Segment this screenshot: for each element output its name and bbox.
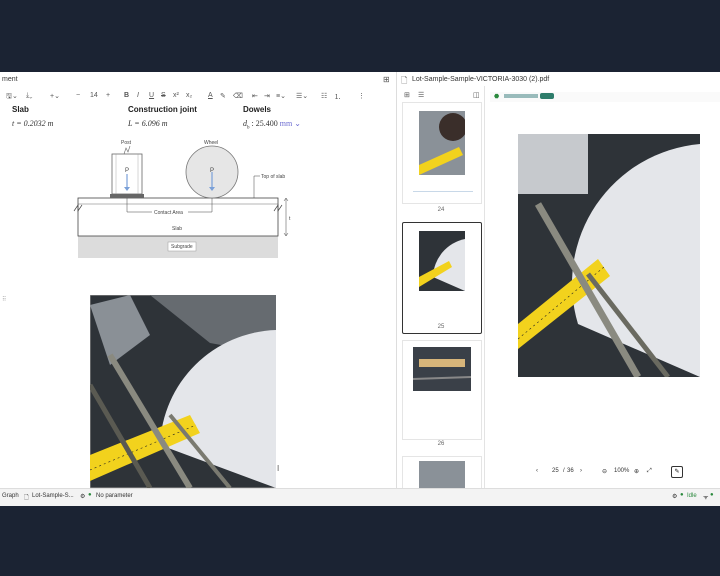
outdent-icon[interactable]: ⇤ bbox=[252, 92, 258, 100]
next-page-icon[interactable]: › bbox=[580, 468, 582, 474]
slab-thickness-value: t = 0.2032 m bbox=[12, 119, 54, 128]
pdf-pager: ‹ 25 / 36 › ⊖ 100% ⊕ ⤢ bbox=[536, 468, 686, 480]
total-pages: 36 bbox=[567, 468, 574, 474]
thumbnail-page-26[interactable] bbox=[402, 340, 482, 440]
download-icon[interactable]: ⤓⌄ bbox=[26, 92, 32, 100]
thumbnail-26-image bbox=[413, 347, 471, 391]
status-idle-dot-icon: ● bbox=[680, 492, 684, 498]
page-number-25: 25 bbox=[437, 324, 445, 330]
grid-view-icon[interactable]: ⊞ bbox=[404, 91, 410, 99]
thumbnail-25-image bbox=[419, 231, 465, 291]
insert-icon[interactable]: +⌄ bbox=[50, 92, 60, 100]
status-param-label[interactable]: No parameter bbox=[96, 493, 133, 499]
status-bar: Graph 🗋 Lot-Sample-S... ⚙ ● No parameter… bbox=[0, 488, 720, 506]
joint-length-value: L = 6.096 m bbox=[128, 119, 168, 128]
zoom-out-icon[interactable]: ⊖ bbox=[602, 468, 607, 475]
status-idle-label: Idle bbox=[687, 493, 697, 499]
post-label: Post bbox=[121, 140, 132, 146]
wifi-icon: ᯤ bbox=[703, 495, 709, 501]
spacing-icon[interactable]: ☰⌄ bbox=[296, 92, 308, 100]
thumbnail-24-footer bbox=[413, 191, 473, 192]
status-graph-label[interactable]: Graph bbox=[2, 493, 19, 499]
text-color-icon[interactable]: A bbox=[208, 92, 213, 99]
col-header-dowels: Dowels bbox=[243, 105, 272, 114]
superscript-icon[interactable]: x² bbox=[173, 92, 179, 99]
contact-area-label: Contact Area bbox=[154, 210, 183, 216]
app-window: ment ⊞ 🖫⌄ ⤓⌄ +⌄ − 14 + B I U S x² x₂ A ✎… bbox=[0, 72, 720, 506]
col-header-joint: Construction joint bbox=[128, 105, 197, 114]
pdf-file-title: Lot-Sample-Sample-VICTORIA-3030 (2).pdf bbox=[412, 76, 550, 83]
sidebar-toggle-icon[interactable]: ◫ bbox=[473, 91, 480, 99]
save-icon[interactable]: 🖫⌄ bbox=[6, 92, 18, 103]
bullet-list-icon[interactable]: ☷ bbox=[321, 92, 327, 100]
slab-load-diagram: Post Wheel P P Top of slab Contact Area … bbox=[73, 140, 291, 258]
subscript-icon[interactable]: x₂ bbox=[186, 92, 192, 99]
indent-icon[interactable]: ⇥ bbox=[264, 92, 270, 100]
font-size-field[interactable]: 14 bbox=[90, 92, 98, 99]
logo-wordmark bbox=[504, 94, 538, 98]
sidebar-divider bbox=[484, 86, 485, 488]
more-icon[interactable]: ⋮ bbox=[358, 92, 365, 100]
thumbnail-24-image bbox=[419, 111, 465, 175]
thumbnail-page-25[interactable] bbox=[402, 222, 482, 334]
strikethrough-icon[interactable]: S bbox=[161, 92, 166, 99]
embedded-photo bbox=[90, 295, 276, 488]
status-param-icon: ⚙ bbox=[80, 494, 86, 500]
pdf-page-photo bbox=[518, 134, 700, 377]
document-editor-pane: ment ⊞ 🖫⌄ ⤓⌄ +⌄ − 14 + B I U S x² x₂ A ✎… bbox=[0, 72, 397, 488]
logo-icon: ⬣ bbox=[494, 94, 500, 100]
layout-icon[interactable]: ⊞ bbox=[383, 75, 390, 84]
page-number-24: 24 bbox=[437, 207, 445, 213]
page-header-strip: ⬣ bbox=[490, 92, 720, 102]
document-title: ment bbox=[2, 76, 18, 83]
top-of-slab-label: Top of slab bbox=[261, 174, 285, 180]
post-load-label: P bbox=[125, 168, 129, 174]
slab-label: Slab bbox=[172, 226, 182, 232]
drag-handle-icon[interactable]: ⠿ bbox=[2, 296, 6, 303]
page-separator: / bbox=[563, 468, 565, 474]
thumbnail-page-24[interactable] bbox=[402, 102, 482, 204]
numbered-list-icon[interactable]: ⒈ bbox=[334, 92, 341, 102]
bold-icon[interactable]: B bbox=[124, 92, 129, 99]
italic-icon[interactable]: I bbox=[137, 92, 139, 99]
partner-logo bbox=[540, 93, 554, 99]
pdf-viewer-pane: 🗋 Lot-Sample-Sample-VICTORIA-3030 (2).pd… bbox=[398, 72, 720, 490]
wheel-label: Wheel bbox=[204, 140, 218, 146]
status-online-dot-icon: ● bbox=[710, 492, 714, 498]
status-file-icon: 🗋 bbox=[24, 495, 29, 501]
underline-icon[interactable]: U bbox=[149, 92, 154, 99]
highlight-icon[interactable]: ✎ bbox=[220, 92, 226, 100]
font-decrease-button[interactable]: − bbox=[76, 92, 80, 99]
status-file-label[interactable]: Lot-Sample-S... bbox=[32, 493, 74, 499]
list-view-icon[interactable]: ☰ bbox=[418, 91, 424, 99]
fullscreen-icon[interactable]: ⤢ bbox=[647, 468, 652, 475]
status-settings-icon[interactable]: ⚙ bbox=[672, 493, 677, 500]
subgrade-label: Subgrade bbox=[171, 244, 193, 250]
current-page-field[interactable]: 25 bbox=[552, 468, 559, 474]
formatting-toolbar: 🖫⌄ ⤓⌄ +⌄ − 14 + B I U S x² x₂ A ✎ ⌫ ⇤ ⇥ … bbox=[6, 92, 386, 104]
wheel-load-label: P bbox=[210, 168, 214, 174]
annotate-icon[interactable]: ✎ bbox=[671, 466, 683, 478]
status-param-dot-icon: ● bbox=[88, 492, 92, 498]
prev-page-icon[interactable]: ‹ bbox=[536, 468, 538, 474]
zoom-level: 100% bbox=[614, 468, 630, 474]
pane-divider[interactable] bbox=[396, 72, 397, 488]
thumbnail-27-image bbox=[419, 461, 465, 489]
thumbnail-page-27[interactable] bbox=[402, 456, 482, 490]
font-increase-button[interactable]: + bbox=[106, 92, 110, 99]
thickness-label: t bbox=[289, 216, 291, 222]
clear-format-icon[interactable]: ⌫ bbox=[233, 92, 243, 100]
page-number-26: 26 bbox=[437, 441, 445, 447]
file-icon: 🗋 bbox=[401, 76, 408, 85]
text-cursor-icon: I bbox=[277, 464, 280, 473]
col-header-slab: Slab bbox=[12, 105, 29, 114]
dowel-diameter-value: db : 25.400 mm ⌄ bbox=[243, 119, 301, 131]
align-icon[interactable]: ≡⌄ bbox=[276, 92, 286, 100]
zoom-in-icon[interactable]: ⊕ bbox=[634, 468, 639, 475]
